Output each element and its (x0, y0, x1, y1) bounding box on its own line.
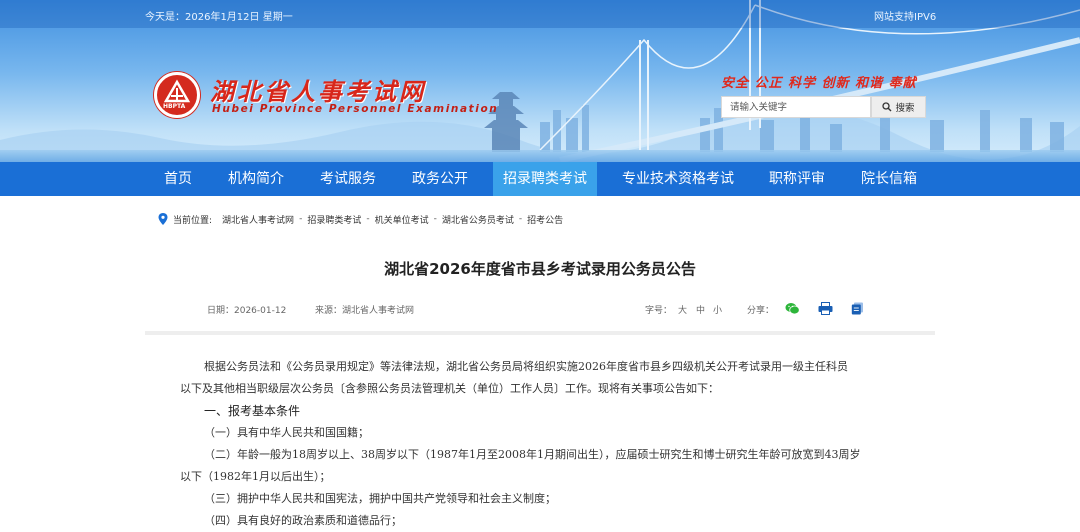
header-banner: 今天是：2026年1月12日 星期一 网站支持IPV6 HBPTA 湖北省人事考… (0, 0, 1080, 162)
site-title-en: Hubei Province Personnel Examination (212, 103, 499, 115)
breadcrumb: 当前位置: 湖北省人事考试网 - 招录聘类考试 - 机关单位考试 - 湖北省公务… (158, 212, 563, 226)
article-paragraph: 以下（1982年1月以后出生）； (180, 470, 331, 483)
nav-item-title-review[interactable]: 职称评审 (758, 162, 836, 196)
breadcrumb-item-announcements[interactable]: 招考公告 (527, 213, 563, 226)
site-title-cn[interactable]: 湖北省人事考试网 (210, 72, 426, 107)
article-divider (145, 331, 935, 335)
breadcrumb-item-recruitment[interactable]: 招录聘类考试 (307, 213, 361, 226)
font-size-label: 字号： (645, 306, 673, 316)
article-paragraph: （一）具有中华人民共和国国籍； (204, 426, 369, 439)
article-paragraph: 根据公务员法和《公务员录用规定》等法律法规，湖北省公务员局将组织实施2026年度… (204, 360, 848, 373)
site-slogan: 安全 公正 科学 创新 和谐 奉献 (721, 76, 917, 91)
font-size-small-button[interactable]: 小 (713, 303, 722, 316)
nav-item-exam-services[interactable]: 考试服务 (310, 162, 386, 196)
article-paragraph: （四）具有良好的政治素质和道德品行； (204, 514, 402, 527)
search-button-label: 搜索 (895, 103, 915, 114)
nav-item-professional-qualification[interactable]: 专业技术资格考试 (612, 162, 744, 196)
share-label: 分享： (747, 306, 775, 316)
search-input[interactable] (721, 96, 871, 118)
search-button[interactable]: 搜索 (871, 96, 926, 118)
search-icon (882, 102, 892, 112)
breadcrumb-item-home[interactable]: 湖北省人事考试网 (222, 213, 294, 226)
breadcrumb-separator: - (366, 214, 370, 224)
nav-item-home[interactable]: 首页 (148, 162, 208, 196)
bookmark-icon[interactable] (851, 302, 864, 315)
nav-item-about[interactable]: 机构简介 (218, 162, 294, 196)
article-date: 日期：2026-01-12 (207, 306, 287, 316)
breadcrumb-separator: - (299, 214, 303, 224)
site-logo-emblem-icon[interactable]: HBPTA (154, 72, 200, 118)
breadcrumb-item-civil-service[interactable]: 湖北省公务员考试 (442, 213, 514, 226)
font-size-medium-button[interactable]: 中 (696, 303, 705, 316)
breadcrumb-label: 当前位置: (173, 215, 213, 226)
article-paragraph: （三）拥护中华人民共和国宪法，拥护中国共产党领导和社会主义制度； (204, 492, 556, 505)
breadcrumb-separator: - (518, 214, 523, 224)
font-size-large-button[interactable]: 大 (678, 303, 687, 316)
current-date-text: 今天是：2026年1月12日 星期一 (145, 12, 293, 23)
wechat-share-icon[interactable] (785, 302, 800, 315)
article-section-heading: 一、报考基本条件 (204, 404, 301, 418)
article-paragraph: 以下及其他相当职级层次公务员〔含参照公务员法管理机关（单位）工作人员〕工作。现将… (180, 382, 719, 395)
location-pin-icon (158, 213, 168, 225)
main-nav: 首页 机构简介 考试服务 政务公开 招录聘类考试 专业技术资格考试 职称评审 院… (0, 162, 1080, 196)
article-paragraph: （二）年龄一般为18周岁以上、38周岁以下（1987年1月至2008年1月期间出… (204, 448, 861, 461)
article-title: 湖北省2026年度省市县乡考试录用公务员公告 (384, 260, 696, 278)
logo-badge-text: HBPTA (163, 103, 186, 110)
ipv6-support-text: 网站支持IPV6 (874, 12, 937, 23)
nav-item-recruitment-exams[interactable]: 招录聘类考试 (493, 162, 597, 196)
print-icon[interactable] (818, 302, 833, 315)
nav-item-president-mailbox[interactable]: 院长信箱 (850, 162, 928, 196)
breadcrumb-item-agency-exams[interactable]: 机关单位考试 (375, 213, 429, 226)
article-source: 来源：湖北省人事考试网 (315, 306, 415, 316)
breadcrumb-separator: - (433, 214, 437, 224)
nav-item-gov-affairs[interactable]: 政务公开 (402, 162, 478, 196)
